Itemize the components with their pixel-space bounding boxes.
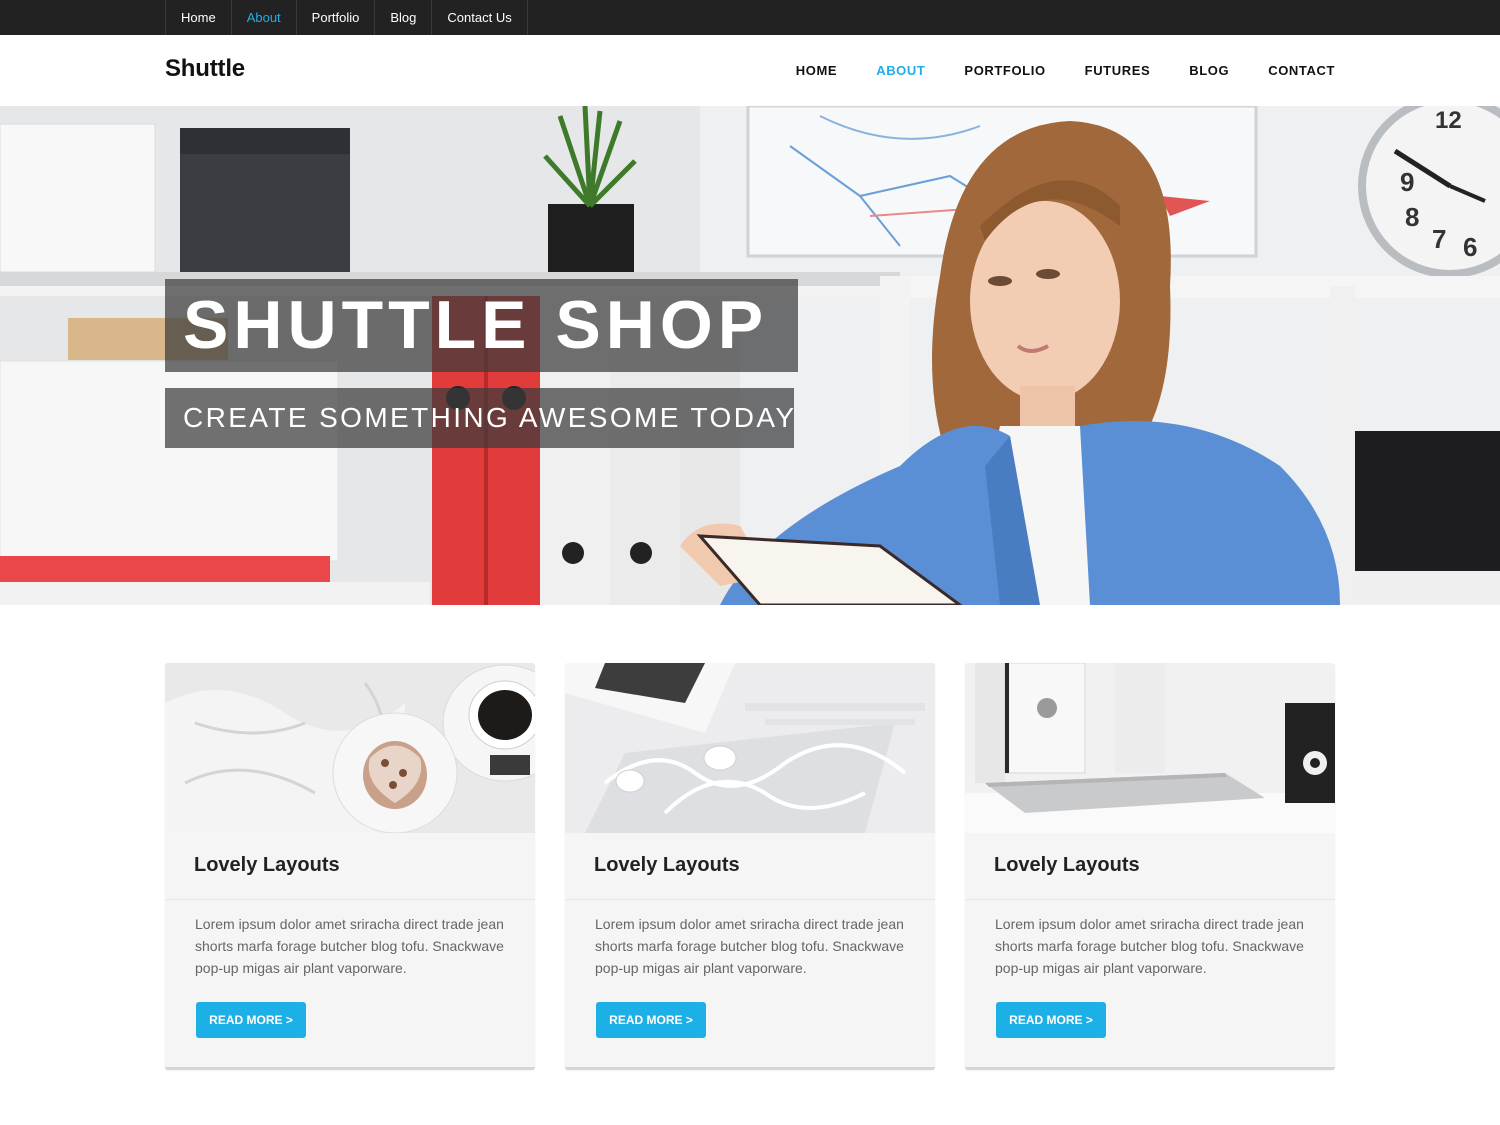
read-more-button[interactable]: READ MORE > (596, 1002, 706, 1038)
hero-title: SHUTTLE SHOP (183, 287, 769, 363)
card-divider (965, 899, 1335, 900)
main-nav-link-contact[interactable]: CONTACT (1268, 63, 1335, 78)
feature-card-3: Lovely Layouts Lorem ipsum dolor amet sr… (965, 663, 1335, 1070)
top-nav-link-contact[interactable]: Contact Us (432, 0, 526, 35)
svg-text:8: 8 (1405, 202, 1419, 232)
card-text: Lorem ipsum dolor amet sriracha direct t… (595, 916, 904, 976)
top-nav-item-portfolio: Portfolio (295, 0, 375, 35)
hero-subtitle: CREATE SOMETHING AWESOME TODAY (183, 402, 797, 433)
feature-card-2: Lovely Layouts Lorem ipsum dolor amet sr… (565, 663, 935, 1070)
main-nav-item-about: ABOUT (876, 62, 925, 80)
card-title: Lovely Layouts (994, 854, 1140, 876)
svg-text:9: 9 (1400, 167, 1414, 197)
earphones-photo (565, 663, 935, 833)
top-nav-item-blog: Blog (374, 0, 431, 35)
card-divider (165, 899, 535, 900)
top-utility-bar: Home About Portfolio Blog Contact Us (0, 0, 1500, 35)
read-more-button[interactable]: READ MORE > (996, 1002, 1106, 1038)
card-image (965, 663, 1335, 833)
top-nav-link-about[interactable]: About (232, 0, 296, 35)
main-nav-item-home: HOME (796, 62, 837, 80)
top-nav: Home About Portfolio Blog Contact Us (165, 0, 528, 35)
top-nav-link-blog[interactable]: Blog (375, 0, 431, 35)
main-nav-item-contact: CONTACT (1268, 62, 1335, 80)
laptop-and-books-photo (965, 663, 1335, 833)
top-nav-item-home: Home (165, 0, 231, 35)
top-nav-item-contact: Contact Us (431, 0, 528, 35)
card-text: Lorem ipsum dolor amet sriracha direct t… (195, 916, 504, 976)
svg-text:6: 6 (1463, 232, 1477, 262)
card-title: Lovely Layouts (194, 854, 340, 876)
main-nav-link-portfolio[interactable]: PORTFOLIO (964, 63, 1045, 78)
card-image (165, 663, 535, 833)
top-nav-item-about: About (230, 0, 296, 35)
main-nav-link-home[interactable]: HOME (796, 63, 837, 78)
main-nav: HOME ABOUT PORTFOLIO FUTURES BLOG CONTAC… (796, 35, 1335, 106)
main-nav-link-futures[interactable]: FUTURES (1085, 63, 1151, 78)
card-text: Lorem ipsum dolor amet sriracha direct t… (995, 916, 1304, 976)
main-nav-link-about[interactable]: ABOUT (876, 63, 925, 78)
top-nav-link-home[interactable]: Home (166, 0, 231, 35)
svg-text:12: 12 (1435, 107, 1462, 134)
main-nav-link-blog[interactable]: BLOG (1189, 63, 1229, 78)
card-image (565, 663, 935, 833)
feature-card-1: Lovely Layouts Lorem ipsum dolor amet sr… (165, 663, 535, 1070)
main-nav-item-portfolio: PORTFOLIO (964, 62, 1045, 80)
dessert-and-coffee-photo (165, 663, 535, 833)
site-header: Shuttle HOME ABOUT PORTFOLIO FUTURES BLO… (0, 35, 1500, 106)
site-logo[interactable]: Shuttle (165, 55, 245, 83)
hero-banner: 9 8 7 6 12 SHUTTLE SHOP CREATE SOMETHING… (0, 106, 1500, 605)
main-nav-item-futures: FUTURES (1085, 62, 1151, 80)
top-nav-link-portfolio[interactable]: Portfolio (297, 0, 375, 35)
card-divider (565, 899, 935, 900)
card-title: Lovely Layouts (594, 854, 740, 876)
main-nav-item-blog: BLOG (1189, 62, 1229, 80)
svg-text:7: 7 (1432, 224, 1446, 254)
read-more-button[interactable]: READ MORE > (196, 1002, 306, 1038)
